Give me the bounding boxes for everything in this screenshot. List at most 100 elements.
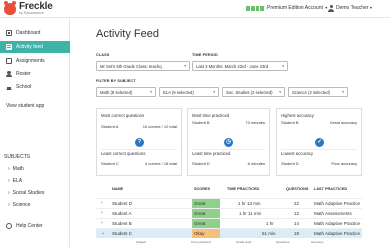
chevron-right-icon[interactable]: ›	[101, 220, 103, 226]
table-row[interactable]: › Student A Great 1 hr 11 min 12 Math As…	[96, 208, 362, 218]
column-time-practiced[interactable]: TIME PRACTICED	[227, 187, 259, 191]
page-title: Activity Feed	[96, 28, 159, 40]
sidebar-item-label: Roster	[16, 71, 31, 77]
student-name: Student C	[101, 161, 119, 166]
student-name: Student A	[101, 124, 119, 129]
card-divider	[101, 149, 177, 150]
filter-math-select[interactable]: Math (8 selected) ▾	[96, 87, 156, 97]
chevron-down-icon: ▾	[279, 90, 281, 94]
subject-label: Social Studies	[12, 190, 45, 196]
sidebar-item-school[interactable]: School	[0, 81, 70, 93]
time-practiced: 1 hr	[266, 221, 274, 226]
score-badge: Great	[192, 209, 220, 218]
filter-social-studies-select[interactable]: Soc. Studies (2 selected) ▾	[222, 87, 285, 97]
time-period-value: Last 3 Months: March 23rd - June 23rd	[196, 63, 269, 69]
student-name: Student C	[112, 231, 133, 236]
clock-icon: ◷	[224, 138, 233, 147]
filter-subject-label: FILTER BY SUBJECT	[96, 79, 136, 83]
chevron-down-icon: ▾	[369, 5, 372, 10]
filter-value: Math (8 selected)	[100, 89, 133, 95]
time-practiced: 51 min	[262, 231, 276, 236]
card-divider	[192, 149, 265, 150]
feed-icon	[6, 44, 12, 50]
sidebar-item-roster[interactable]: Roster	[0, 68, 70, 80]
stat-value: 4 correct / 18 total	[144, 161, 177, 166]
freckle-logo-icon[interactable]	[4, 1, 16, 15]
class-label: CLASS	[96, 53, 110, 57]
chevron-down-icon: ▾	[342, 90, 344, 94]
assignments-icon	[6, 58, 12, 64]
sub-column-subject: Subject	[136, 240, 147, 244]
gear-icon	[6, 223, 12, 229]
filter-value: Soc. Studies (2 selected)	[226, 89, 273, 95]
questions-count: 12	[294, 211, 300, 216]
chevron-right-icon[interactable]: ›	[101, 200, 103, 206]
table-row[interactable]: › Student B Great 1 hr 14 Math Adaptive …	[96, 218, 362, 228]
view-student-app-link[interactable]: View student app	[0, 100, 70, 112]
stat-value: 73 minutes	[245, 120, 265, 125]
student-name: Student B	[281, 120, 299, 125]
filter-value: Science (2 selected)	[292, 89, 330, 95]
sidebar-item-assignments[interactable]: Assignments	[0, 55, 70, 67]
column-last-practiced[interactable]: LAST PRACTICED	[314, 187, 347, 191]
chevron-down-icon[interactable]: ⌄	[101, 230, 105, 236]
card-title: Lowest accuracy	[281, 151, 314, 156]
column-name[interactable]: NAME	[112, 187, 123, 191]
school-icon	[6, 84, 12, 90]
sidebar-item-activity-feed[interactable]: Activity feed	[0, 41, 70, 53]
brand-subtitle: by Renaissance	[19, 11, 44, 15]
expanded-subheader: Subject Time practiced Grade level Quest…	[96, 239, 362, 245]
column-questions[interactable]: QUESTIONS	[286, 187, 308, 191]
sidebar-item-dashboard[interactable]: Dashboard	[0, 27, 70, 39]
time-practiced: 1 hr 13 min	[238, 201, 261, 206]
subject-math[interactable]: › Math	[8, 166, 24, 172]
table-row-expanded[interactable]: ⌄ Student C Okay 51 min 18 Math Adaptive…	[96, 228, 362, 238]
user-name: Demo Teacher	[336, 5, 369, 11]
filter-ela-select[interactable]: ELA (9 selected) ▾	[159, 87, 219, 97]
subject-ela[interactable]: › ELA	[8, 178, 22, 184]
stat-value: Poor accuracy	[331, 161, 357, 166]
class-select[interactable]: Mr Set's 5th Grade Class: teachq ▾	[96, 61, 190, 71]
filter-science-select[interactable]: Science (2 selected) ▾	[288, 87, 348, 97]
questions-count: 22	[294, 201, 300, 206]
subject-social-studies[interactable]: › Social Studies	[8, 190, 44, 196]
questions-count: 18	[294, 231, 300, 236]
roster-icon	[6, 71, 12, 77]
subject-science[interactable]: › Science	[8, 202, 30, 208]
table-row[interactable]: › Student D Great 1 hr 13 min 22 Math Ad…	[96, 198, 362, 208]
table-header: NAME SCORES TIME PRACTICED QUESTIONS LAS…	[96, 184, 362, 194]
card-divider	[281, 149, 357, 150]
top-bar: Freckle by Renaissance Premium Edition A…	[0, 0, 390, 18]
score-badge: Great	[192, 199, 220, 208]
chevron-right-icon: ›	[8, 190, 10, 196]
sidebar: Dashboard Activity feed Assignments Rost…	[0, 18, 70, 247]
time-period-select[interactable]: Last 3 Months: March 23rd - June 23rd ▾	[192, 61, 288, 71]
question-icon: ?	[135, 138, 144, 147]
score-badge: Great	[192, 219, 220, 228]
chevron-down-icon: ▾	[325, 5, 328, 10]
check-icon: ✓	[315, 138, 324, 147]
card-title: Most time practiced	[192, 113, 230, 118]
user-menu[interactable]: Demo Teacher ▾	[336, 5, 372, 11]
sidebar-item-label: View student app	[6, 103, 45, 109]
subject-label: ELA	[12, 178, 23, 184]
help-center-link[interactable]: Help Center	[6, 223, 43, 229]
chevron-right-icon: ›	[8, 202, 10, 208]
sub-column-grade: Grade level	[236, 240, 252, 244]
student-name: Student B	[112, 221, 132, 226]
chevron-right-icon: ›	[8, 178, 10, 184]
chevron-right-icon[interactable]: ›	[101, 210, 103, 216]
column-scores[interactable]: SCORES	[194, 187, 210, 191]
card-accuracy: Highest accuracy Student B Great accurac…	[276, 108, 362, 176]
last-practiced: Math Adaptive Practice	[314, 221, 361, 226]
premium-label: Premium Edition Account	[267, 5, 323, 11]
subject-label: Science	[12, 202, 31, 208]
questions-count: 14	[294, 221, 300, 226]
last-practiced: Math Adaptive Practice	[314, 201, 361, 206]
premium-account-menu[interactable]: Premium Edition Account ▾	[267, 5, 327, 11]
card-title: Highest accuracy	[281, 113, 314, 118]
sidebar-item-label: School	[16, 84, 32, 90]
sub-column-questions: Questions	[276, 240, 290, 244]
card-time-practiced: Most time practiced Student B 73 minutes…	[187, 108, 270, 176]
student-name: Student D	[112, 201, 133, 206]
